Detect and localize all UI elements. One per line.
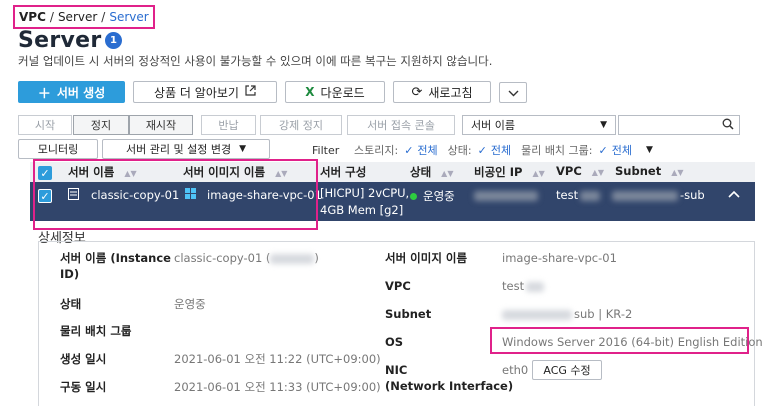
collapse-chevron-icon[interactable]	[728, 186, 740, 202]
server-manage-button[interactable]: 서버 관리 및 설정 변경 ▼	[102, 139, 270, 159]
row-spec-line1: [HICPU] 2vCPU,	[320, 186, 410, 200]
breadcrumb-separator: /	[101, 10, 106, 24]
col-vpc[interactable]: VPC ▲▼	[556, 164, 604, 178]
detail-vpc-value: test	[502, 278, 545, 294]
download-button[interactable]: X 다운로드	[285, 81, 385, 103]
server-console-button[interactable]: 서버 접속 콘솔	[347, 115, 455, 135]
sort-icon: ▲▼	[591, 168, 605, 177]
restart-button[interactable]: 재시작	[129, 115, 193, 135]
caret-down-icon: ▼	[600, 120, 607, 130]
detail-created-label: 생성 일시	[60, 352, 107, 366]
server-count-badge: 1	[105, 32, 122, 49]
detail-nic-label: NIC (Network Interface)	[385, 363, 514, 393]
detail-uptime-label: 구동 일시	[60, 380, 107, 394]
status-ok-dot-icon	[410, 193, 417, 200]
breadcrumb-current: Server	[109, 10, 149, 24]
placement-filter-value[interactable]: 전체	[612, 142, 632, 158]
detail-image-value: image-share-vpc-01	[502, 251, 617, 265]
refresh-button[interactable]: ⟳ 새로고침	[393, 81, 491, 103]
breadcrumb-separator: /	[49, 10, 54, 24]
external-link-icon	[245, 85, 256, 99]
sort-icon: ▲▼	[671, 168, 684, 177]
caret-down-icon[interactable]: ▼	[646, 145, 653, 155]
col-spec[interactable]: 서버 구성	[320, 164, 366, 180]
detail-status-value: 운영중	[174, 297, 206, 311]
detail-subnet-value: sub | KR-2	[502, 306, 632, 322]
breadcrumb-vpc[interactable]: VPC	[19, 10, 46, 24]
detail-status-label: 상태	[60, 297, 82, 311]
storage-filter-label: 스토리지:	[354, 144, 399, 157]
detail-nic-value: eth0	[502, 363, 529, 377]
search-field-value: 서버 이름	[471, 119, 515, 132]
annotation-highlight-row	[33, 159, 318, 230]
kernel-notice: 커널 업데이트 시 서버의 정상적인 사용이 불가능할 수 있으며 이에 따른 …	[18, 54, 493, 68]
search-input[interactable]	[618, 115, 740, 135]
storage-filter-value[interactable]: 전체	[417, 142, 437, 158]
col-status[interactable]: 상태 ▲▼	[410, 164, 453, 180]
row-private-ip	[474, 188, 538, 202]
row-subnet: -sub	[612, 188, 705, 202]
chevron-down-icon	[508, 86, 519, 100]
force-stop-button[interactable]: 강제 정지	[260, 115, 342, 135]
detail-placement-label: 물리 배치 그룹	[60, 324, 132, 338]
refresh-label: 새로고침	[428, 85, 473, 100]
status-filter-value[interactable]: 전체	[491, 142, 511, 158]
detail-uptime-value: 2021-06-01 오전 11:33 (UTC+09:00)	[174, 380, 381, 394]
status-filter-label: 상태:	[447, 144, 472, 157]
start-button[interactable]: 시작	[18, 115, 72, 135]
check-icon: ✓	[477, 143, 487, 157]
check-icon: ✓	[598, 143, 608, 157]
detail-os-value: Windows Server 2016 (64-bit) English Edi…	[502, 335, 763, 349]
download-label: 다운로드	[320, 85, 365, 100]
filter-bar: 스토리지: ✓ 전체 상태: ✓ 전체 물리 배치 그룹: ✓ 전체 ▼	[354, 140, 653, 160]
detail-image-label: 서버 이미지 이름	[385, 251, 468, 265]
refresh-icon: ⟳	[411, 84, 423, 100]
stop-button[interactable]: 정지	[73, 115, 129, 135]
row-spec-line2: 4GB Mem [g2]	[320, 203, 404, 217]
more-dropdown-button[interactable]	[499, 82, 527, 103]
sort-icon: ▲▼	[532, 169, 545, 178]
learn-more-button[interactable]: 상품 더 알아보기	[133, 81, 277, 103]
create-server-button[interactable]: ＋ 서버 생성	[18, 81, 125, 103]
search-icon[interactable]	[722, 118, 734, 133]
search-field-select[interactable]: 서버 이름 ▼	[462, 115, 616, 135]
detail-subnet-label: Subnet	[385, 307, 432, 321]
col-private-ip[interactable]: 비공인 IP ▲▼	[474, 164, 545, 180]
detail-name-label: 서버 이름 (Instance ID)	[60, 251, 171, 281]
monitoring-button[interactable]: 모니터링	[18, 139, 98, 159]
create-server-label: 서버 생성	[56, 85, 106, 100]
return-button[interactable]: 반납	[201, 115, 256, 135]
plus-icon: ＋	[37, 86, 51, 102]
excel-icon: X	[305, 85, 315, 99]
col-subnet[interactable]: Subnet ▲▼	[615, 164, 684, 178]
page-title: Server	[18, 28, 102, 53]
row-vpc: test	[556, 188, 601, 202]
learn-more-label: 상품 더 알아보기	[154, 85, 239, 100]
check-icon: ✓	[404, 143, 414, 157]
acg-edit-button[interactable]: ACG 수정	[532, 360, 602, 380]
sort-icon: ▲▼	[441, 169, 454, 178]
caret-down-icon: ▼	[239, 144, 246, 154]
detail-os-label: OS	[385, 335, 404, 349]
detail-vpc-label: VPC	[385, 279, 411, 293]
server-manage-label: 서버 관리 및 설정 변경	[126, 143, 232, 156]
row-status: 운영중	[410, 188, 455, 204]
detail-name-value: classic-copy-01 ()	[174, 251, 319, 265]
breadcrumb-server[interactable]: Server	[58, 10, 97, 24]
placement-filter-label: 물리 배치 그룹:	[521, 144, 593, 157]
filter-label: Filter	[312, 143, 340, 157]
breadcrumb: VPC / Server / Server	[13, 5, 155, 29]
detail-created-value: 2021-06-01 오전 11:22 (UTC+09:00)	[174, 352, 381, 366]
